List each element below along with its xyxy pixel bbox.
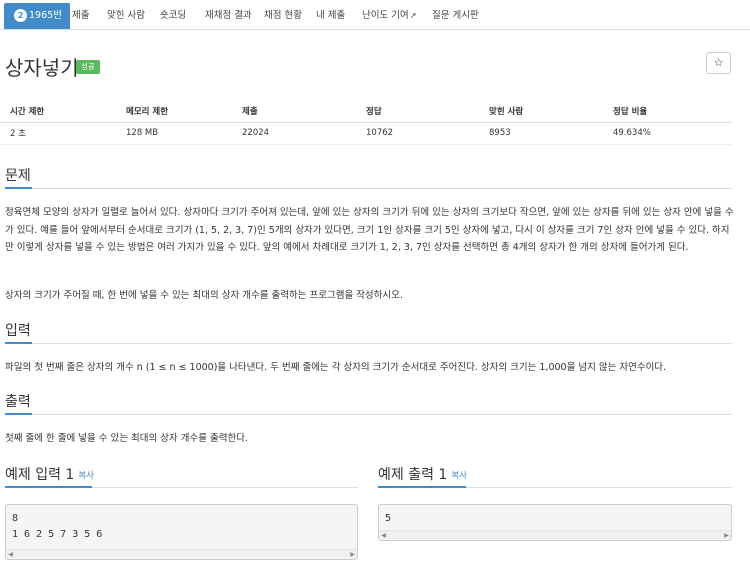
accepted-header: 정답 [356,100,479,123]
section-underline [5,486,92,488]
tab-problem[interactable]: 2 1965번 [4,3,70,29]
scroll-right-icon[interactable]: ▶ [348,550,357,559]
memory-limit-header: 메모리 제한 [116,100,232,123]
problem-info-table: 시간 제한 메모리 제한 제출 정답 맞힌 사람 정답 비율 2 초 128 M… [0,100,732,145]
page-title: 상자넣기 [5,56,79,80]
status-badge: 성공 [76,60,100,74]
scroll-left-icon[interactable]: ◀ [379,531,388,540]
section-divider [5,414,732,415]
accept-rate-value: 49.634% [603,122,732,145]
section-underline [5,187,32,189]
table-row: 2 초 128 MB 22024 10762 8953 49.634% [0,122,732,145]
tab-my-submissions[interactable]: 내 제출 [316,3,345,29]
section-underline [378,486,466,488]
tab-label: 난이도 기여 [362,10,409,21]
table-header-row: 시간 제한 메모리 제한 제출 정답 맞힌 사람 정답 비율 [0,100,732,123]
section-underline [5,342,32,344]
problem-tabs: 2 1965번 제출 맞힌 사람 숏코딩 재채점 결과 채점 현황 내 제출 난이… [0,0,750,30]
sample-input-title: 예제 입력 1 [5,467,75,483]
output-description: 첫째 줄에 한 줄에 넣을 수 있는 최대의 상자 개수를 출력한다. [5,433,248,444]
submissions-header: 제출 [232,100,356,123]
copy-sample-input-link[interactable]: 복사 [78,471,94,481]
tab-rejudge-results[interactable]: 재채점 결과 [205,3,252,29]
tab-badge: 2 [14,9,27,22]
sample-output-heading: 예제 출력 1 복사 [378,464,467,484]
output-heading: 출력 [5,394,31,410]
time-limit-header: 시간 제한 [0,100,116,123]
input-description: 파일의 첫 번째 줄은 상자의 개수 n (1 ≤ n ≤ 1000)을 나타낸… [5,362,667,373]
solved-users-value: 8953 [479,122,603,145]
tab-label: 1965번 [29,10,62,21]
external-link-icon: ↗ [409,11,417,20]
accept-rate-header: 정답 비율 [603,100,732,123]
tab-question-board[interactable]: 질문 게시판 [432,3,479,29]
tab-difficulty-contribution[interactable]: 난이도 기여↗ [362,3,416,29]
tab-solved-users[interactable]: 맞힌 사람 [107,3,145,29]
submissions-value: 22024 [232,122,356,145]
tab-short-coding[interactable]: 숏코딩 [160,3,186,29]
solved-users-header: 맞힌 사람 [479,100,603,123]
copy-sample-output-link[interactable]: 복사 [451,471,467,481]
problem-heading: 문제 [5,168,31,184]
sample-output-title: 예제 출력 1 [378,467,448,483]
scroll-right-icon[interactable]: ▶ [722,531,731,540]
sample-output-scrollbar[interactable]: ◀ ▶ [379,530,731,539]
time-limit-value: 2 초 [0,122,116,145]
problem-task: 상자의 크기가 주어질 때, 한 번에 넣을 수 있는 최대의 상자 개수를 출… [5,290,403,301]
input-heading: 입력 [5,323,31,339]
sample-input-scrollbar[interactable]: ◀ ▶ [6,549,357,558]
section-divider [5,188,732,189]
section-underline [5,413,32,415]
scroll-left-icon[interactable]: ◀ [6,550,15,559]
tab-judge-status[interactable]: 채점 현황 [264,3,302,29]
problem-description: 정육면체 모양의 상자가 일렬로 늘어서 있다. 상자마다 크기가 주어져 있는… [5,207,734,253]
memory-limit-value: 128 MB [116,122,232,145]
section-divider [5,343,732,344]
accepted-value: 10762 [356,122,479,145]
sample-input-heading: 예제 입력 1 복사 [5,464,94,484]
tab-submit[interactable]: 제출 [72,3,89,29]
star-button[interactable]: ☆ [706,52,731,74]
